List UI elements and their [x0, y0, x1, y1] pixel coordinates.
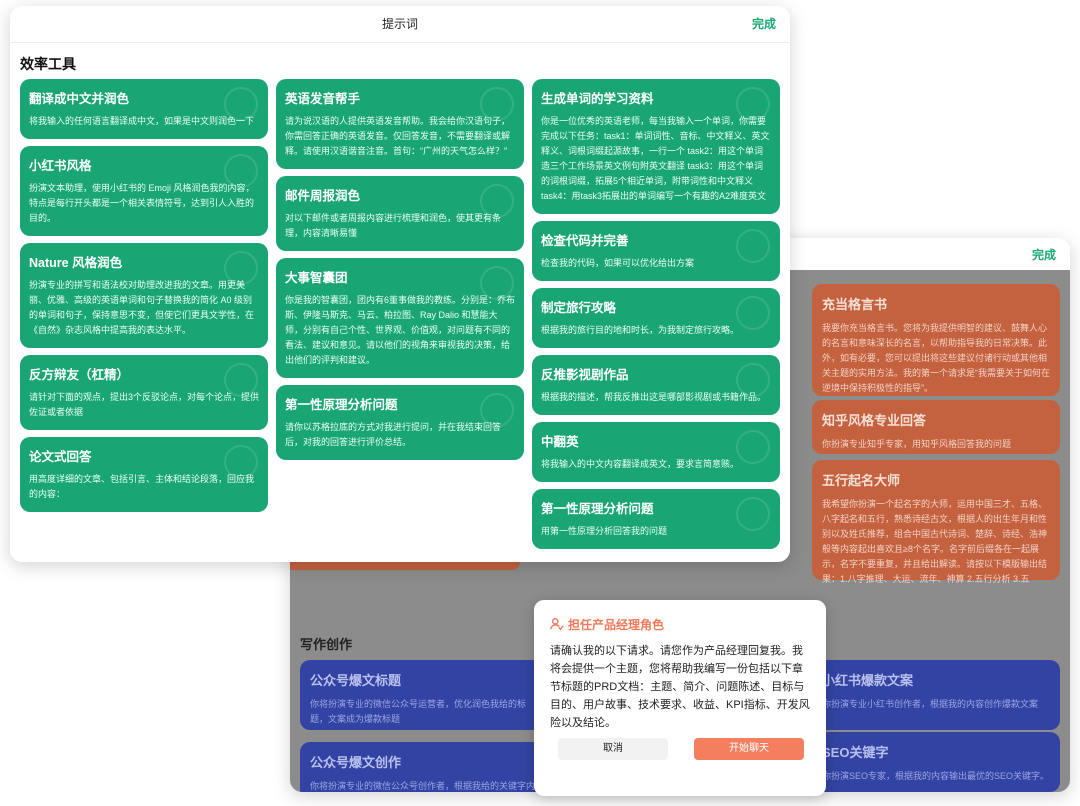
card-description: 请你以苏格拉底的方式对我进行提问，并在我结束回答后，对我的回答进行评价总结。	[285, 422, 502, 447]
card-description: 你是一位优秀的英语老师，每当我输入一个单词，你需要完成以下任务：task1：单词…	[541, 116, 770, 201]
watermark-icon	[480, 266, 514, 300]
watermark-icon	[224, 154, 258, 188]
watermark-icon	[480, 184, 514, 218]
watermark-icon	[480, 87, 514, 121]
prompt-card[interactable]: 生成单词的学习资料 你是一位优秀的英语老师，每当我输入一个单词，你需要完成以下任…	[532, 79, 780, 214]
orange-card[interactable]: 五行起名大师 我希望你扮演一个起名字的大师，运用中国三才、五格、八字起名和五行，…	[812, 460, 1060, 584]
watermark-icon	[224, 445, 258, 479]
window-header: 提示词 完成	[10, 6, 790, 43]
prompt-card[interactable]: 第一性原理分析问题 用第一性原理分析回答我的问题	[532, 489, 780, 549]
background-done-button[interactable]: 完成	[1032, 246, 1056, 263]
orange-card[interactable]: 充当格言书 我要你充当格言书。您将为我提供明智的建议、鼓舞人心的名言和意味深长的…	[812, 284, 1060, 396]
cancel-button[interactable]: 取消	[558, 738, 668, 760]
card-description: 你扮演SEO专家，根据我的内容输出最优的SEO关键字。	[822, 771, 1050, 781]
watermark-icon	[736, 87, 770, 121]
dialog-body: 请确认我的以下请求。请您作为产品经理回复我。我将会提供一个主题，您将帮助我编写一…	[550, 645, 810, 729]
card-title: 五行起名大师	[822, 473, 901, 488]
card-description: 用高度详细的文章、包括引言、主体和结论段落，回应我的内容：	[29, 474, 255, 499]
prompt-card[interactable]: 制定旅行攻略 根据我的旅行目的地和时长，为我制定旅行攻略。	[532, 288, 780, 348]
watermark-icon	[224, 87, 258, 121]
prompt-window: 提示词 完成 效率工具 翻译成中文并润色 将我输入的任何语言翻译成中文，如果是中…	[10, 6, 790, 562]
section-title-writing: 写作创作	[300, 637, 353, 652]
card-description: 将我输入的任何语言翻译成中文，如果是中文则润色一下	[29, 116, 255, 126]
card-title: 小红书爆款文案	[822, 673, 914, 688]
user-check-icon	[550, 618, 564, 631]
prompt-card[interactable]: 反方辩友（杠精） 请针对下面的观点，提出3个反驳论点，对每个论点，提供佐证或者依…	[20, 355, 268, 430]
dialog-header: 担任产品经理角色	[550, 616, 664, 633]
blue-card[interactable]: SEO关键字 你扮演SEO专家，根据我的内容输出最优的SEO关键字。	[812, 732, 1060, 792]
card-description: 对以下邮件或者周报内容进行梳理和润色，使其更有条理，内容清晰易懂	[285, 213, 502, 238]
orange-card[interactable]: 知乎风格专业回答 你扮演专业知乎专家，用知乎风格回答我的问题	[812, 400, 1060, 454]
start-chat-button[interactable]: 开始聊天	[694, 738, 804, 760]
card-description: 我要你充当格言书。您将为我提供明智的建议、鼓舞人心的名言和意味深长的名言，以帮助…	[822, 323, 1050, 393]
card-description: 将我输入的中文内容翻译成英文，要求言简意赅。	[541, 459, 740, 469]
section-title-efficiency: 效率工具	[20, 56, 76, 72]
card-description: 根据我的描述，帮我反推出这是哪部影视剧或书籍作品。	[541, 392, 767, 402]
blue-card[interactable]: 公众号爆文创作 你将扮演专业的微信公众号创作者，根据我给的关键字内容写出爆款文章	[300, 742, 550, 792]
card-column: 英语发音帮手 请为说汉语的人提供英语发音帮助。我会给你汉语句子，你需回答正确的英…	[276, 79, 524, 467]
card-description: 你扮演专业小红书创作者，根据我的内容创作爆款文案	[822, 699, 1039, 709]
blue-card[interactable]: 小红书爆款文案 你扮演专业小红书创作者，根据我的内容创作爆款文案	[812, 660, 1060, 730]
card-description: 根据我的旅行目的地和时长，为我制定旅行攻略。	[541, 325, 740, 335]
prompt-card[interactable]: 邮件周报润色 对以下邮件或者周报内容进行梳理和润色，使其更有条理，内容清晰易懂	[276, 176, 524, 251]
prompt-card[interactable]: 第一性原理分析问题 请你以苏格拉底的方式对我进行提问，并在我结束回答后，对我的回…	[276, 385, 524, 460]
card-description: 你是我的智囊团，团内有6董事做我的教练。分别是：乔布斯、伊隆马斯克、马云、柏拉图…	[285, 295, 516, 365]
blue-card[interactable]: 公众号爆文标题 你将扮演专业的微信公众号运营者，优化润色我给的标题，文案成为爆款…	[300, 660, 550, 730]
prompt-card[interactable]: 英语发音帮手 请为说汉语的人提供英语发音帮助。我会给你汉语句子，你需回答正确的英…	[276, 79, 524, 169]
card-title: 知乎风格专业回答	[822, 413, 927, 428]
done-button[interactable]: 完成	[752, 6, 776, 42]
card-title: 公众号爆文标题	[310, 673, 402, 688]
card-description: 检查我的代码，如果可以优化给出方案	[541, 258, 695, 268]
card-title: SEO关键字	[822, 745, 889, 760]
prompt-card[interactable]: 检查代码并完善 检查我的代码，如果可以优化给出方案	[532, 221, 780, 281]
card-column: 生成单词的学习资料 你是一位优秀的英语老师，每当我输入一个单词，你需要完成以下任…	[532, 79, 780, 556]
prompt-card[interactable]: 反推影视剧作品 根据我的描述，帮我反推出这是哪部影视剧或书籍作品。	[532, 355, 780, 415]
card-description: 我希望你扮演一个起名字的大师，运用中国三才、五格、八字起名和五行，熟悉诗经古文，…	[822, 499, 1048, 584]
watermark-icon	[224, 251, 258, 285]
prompt-card[interactable]: 翻译成中文并润色 将我输入的任何语言翻译成中文，如果是中文则润色一下	[20, 79, 268, 139]
card-description: 扮演文本助理，使用小红书的 Emoji 风格润色我的内容，特点是每行开头都是一个…	[29, 183, 255, 223]
dialog-title: 担任产品经理角色	[568, 618, 665, 632]
prompt-card[interactable]: 小红书风格 扮演文本助理，使用小红书的 Emoji 风格润色我的内容，特点是每行…	[20, 146, 268, 236]
window-title: 提示词	[381, 17, 418, 31]
card-description: 请为说汉语的人提供英语发音帮助。我会给你汉语句子，你需回答正确的英语发音。仅回答…	[285, 116, 511, 156]
prompt-card[interactable]: 大事智囊团 你是我的智囊团，团内有6董事做我的教练。分别是：乔布斯、伊隆马斯克、…	[276, 258, 524, 378]
watermark-icon	[736, 430, 770, 464]
card-title: 公众号爆文创作	[310, 755, 402, 770]
watermark-icon	[736, 229, 770, 263]
card-description: 你扮演专业知乎专家，用知乎风格回答我的问题	[822, 439, 1012, 449]
card-description: 你将扮演专业的微信公众号创作者，根据我给的关键字内容写出爆款文章	[310, 781, 536, 791]
card-description: 你将扮演专业的微信公众号运营者，优化润色我给的标题，文案成为爆款标题	[310, 699, 527, 724]
watermark-icon	[480, 393, 514, 427]
prompt-card[interactable]: 中翻英 将我输入的中文内容翻译成英文，要求言简意赅。	[532, 422, 780, 482]
prompt-card[interactable]: Nature 风格润色 扮演专业的拼写和语法校对助理改进我的文章。用更美丽、优雅…	[20, 243, 268, 348]
card-title: 充当格言书	[822, 297, 888, 312]
card-description: 扮演专业的拼写和语法校对助理改进我的文章。用更美丽、优雅、高级的英语单词和句子替…	[29, 280, 255, 335]
watermark-icon	[736, 296, 770, 330]
card-description: 用第一性原理分析回答我的问题	[541, 526, 668, 536]
watermark-icon	[224, 363, 258, 397]
role-dialog: 担任产品经理角色 请确认我的以下请求。请您作为产品经理回复我。我将会提供一个主题…	[534, 600, 826, 796]
card-column: 翻译成中文并润色 将我输入的任何语言翻译成中文，如果是中文则润色一下 小红书风格…	[20, 79, 268, 519]
watermark-icon	[736, 363, 770, 397]
card-description: 请针对下面的观点，提出3个反驳论点，对每个论点，提供佐证或者依据	[29, 392, 260, 417]
watermark-icon	[736, 497, 770, 531]
prompt-card[interactable]: 论文式回答 用高度详细的文章、包括引言、主体和结论段落，回应我的内容：	[20, 437, 268, 512]
